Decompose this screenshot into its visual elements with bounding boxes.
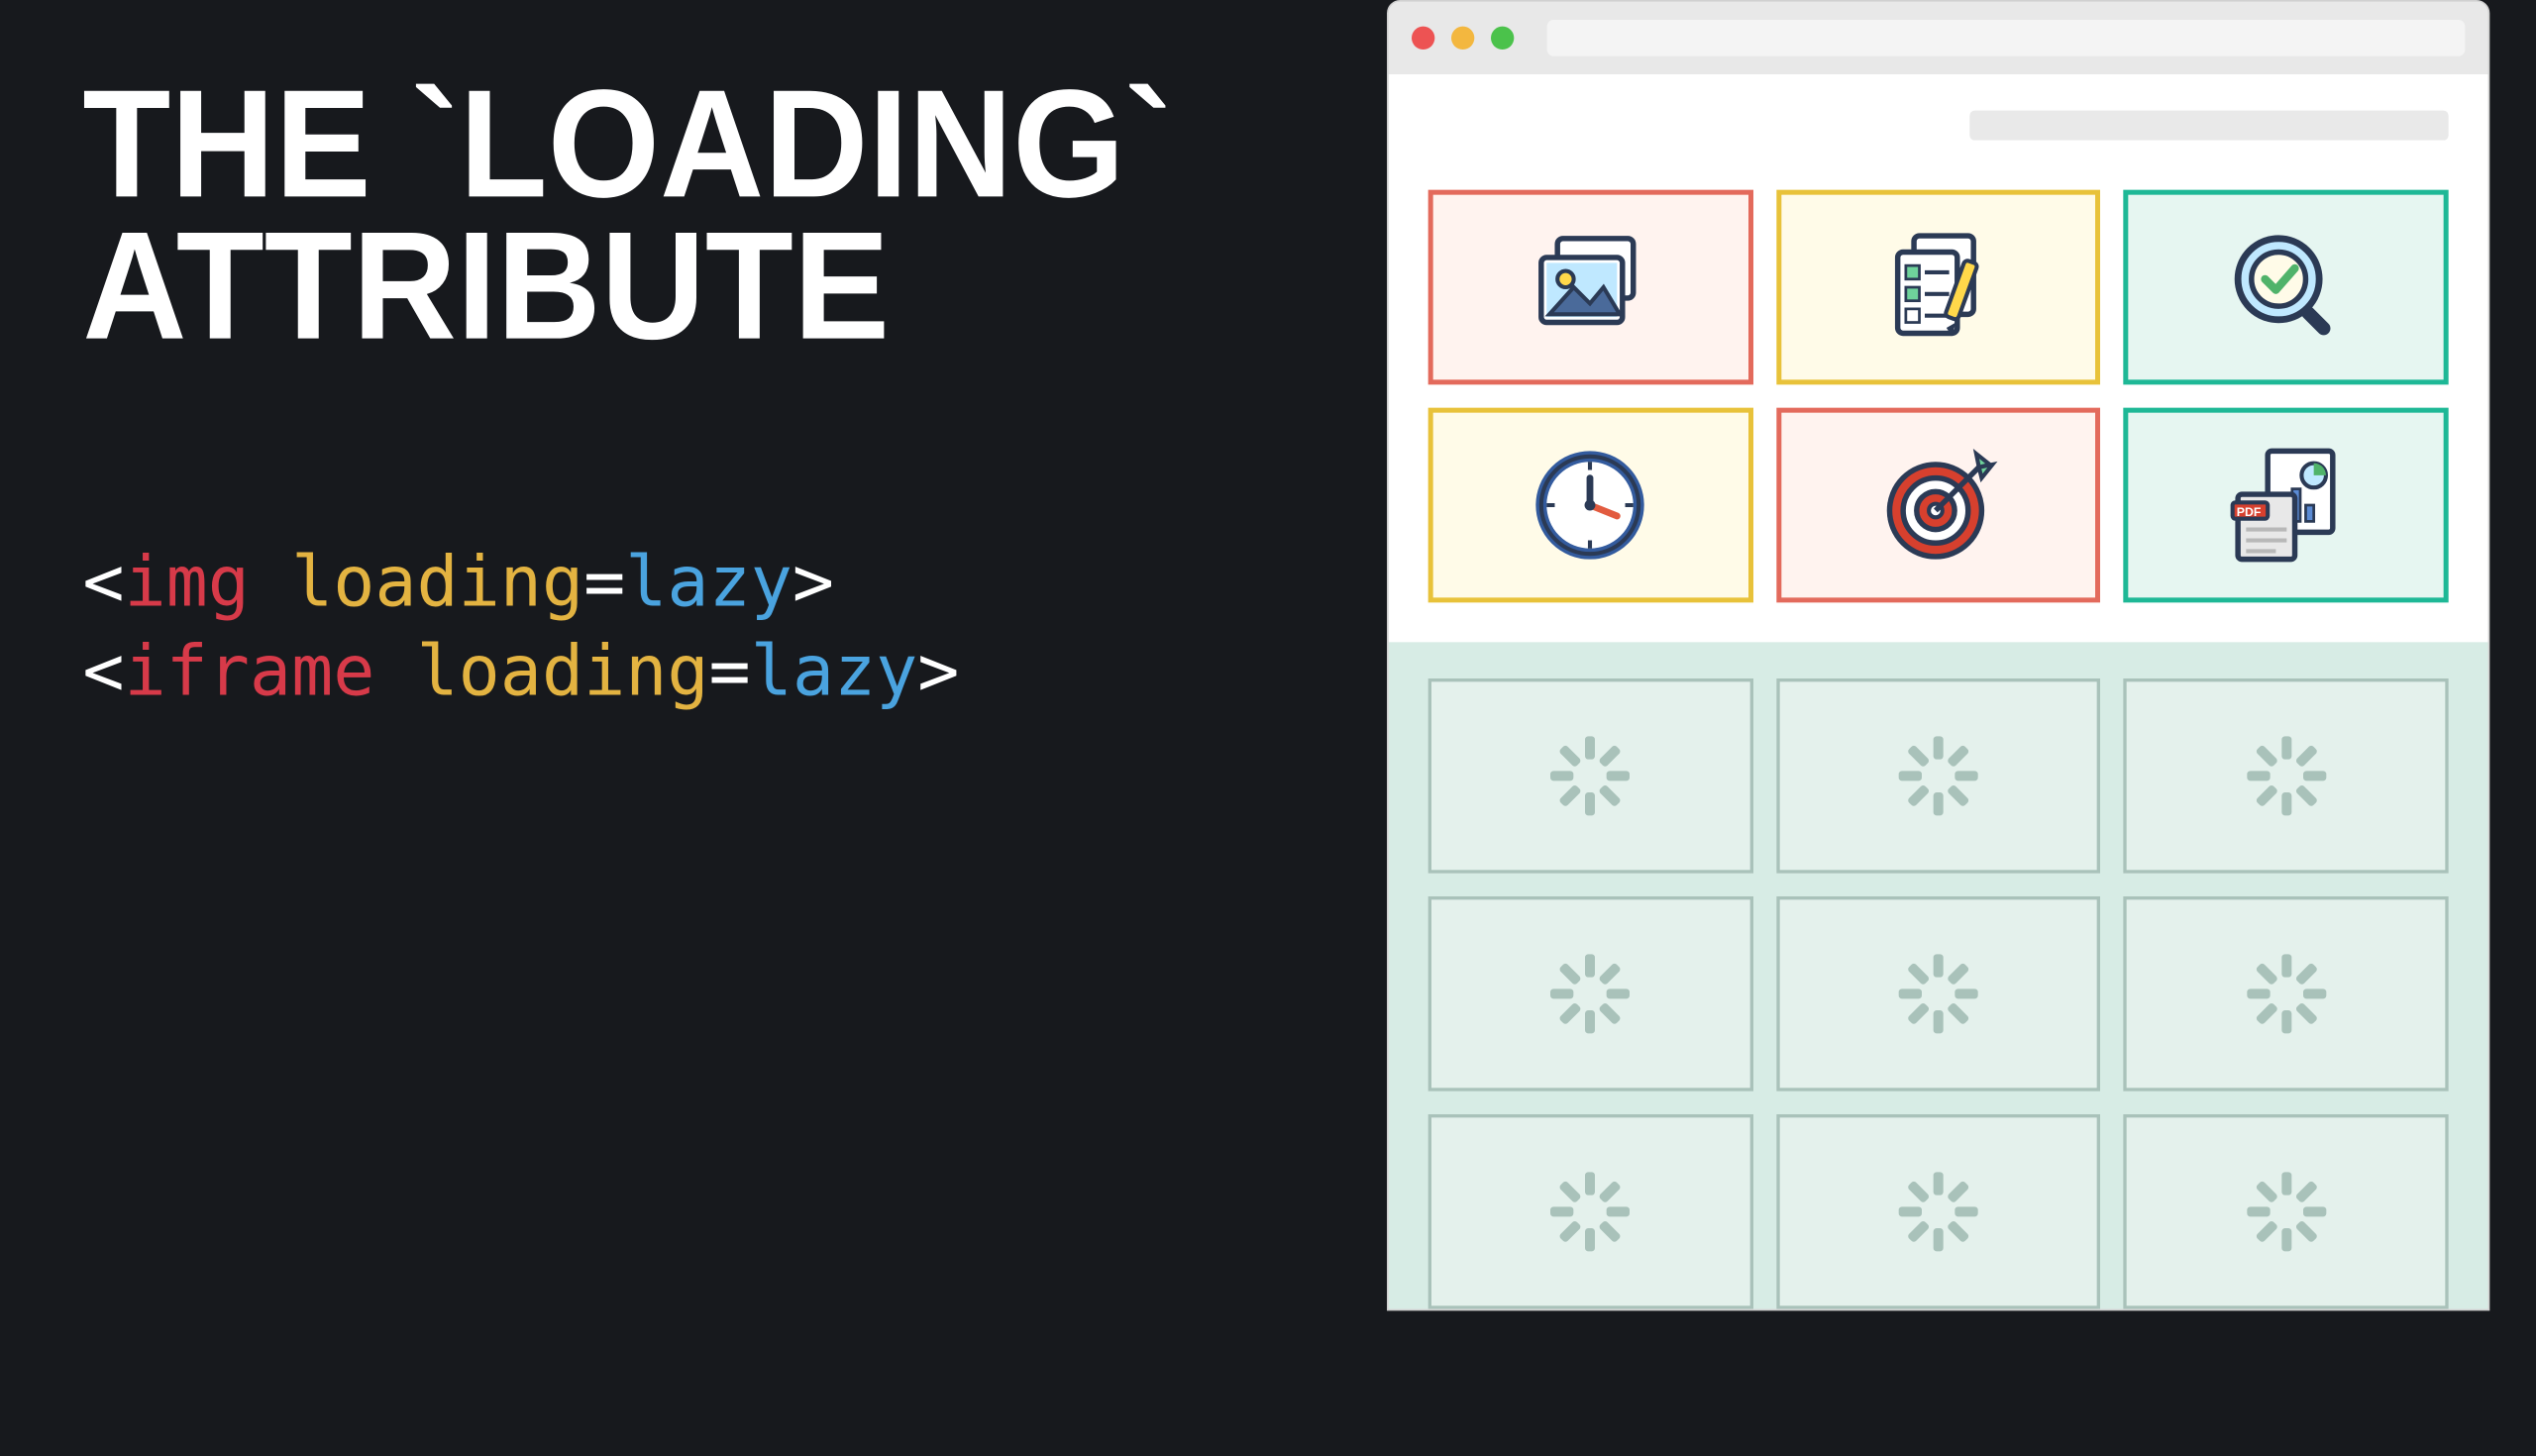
loading-spinner-icon — [1551, 954, 1631, 1033]
search-check-icon — [2218, 220, 2354, 356]
lazy-images-grid — [1428, 678, 2449, 1309]
photos-icon — [1523, 220, 1658, 356]
below-fold-section — [1389, 642, 2488, 1308]
loaded-image-card: PDF — [2124, 408, 2449, 603]
zoom-icon — [1491, 27, 1514, 50]
code-snippet: <img loading=lazy> <iframe loading=lazy> — [82, 538, 1337, 715]
loading-spinner-icon — [1551, 736, 1631, 815]
close-icon — [1412, 27, 1434, 50]
loading-spinner-icon — [2247, 736, 2326, 815]
browser-viewport: PDF — [1389, 74, 2488, 1309]
loaded-image-card — [1428, 190, 1753, 385]
page-header-placeholder — [1969, 111, 2448, 141]
slide-heading: THE `LOADING` ATTRIBUTE — [82, 74, 1262, 357]
pdf-report-icon: PDF — [2218, 438, 2354, 573]
lazy-image-placeholder — [1776, 1114, 2101, 1309]
code-attr-loading: loading — [417, 630, 709, 711]
loading-spinner-icon — [1899, 736, 1978, 815]
code-value-lazy: lazy — [751, 630, 918, 711]
lazy-image-placeholder — [2124, 896, 2449, 1092]
lazy-image-placeholder — [1428, 896, 1753, 1092]
loaded-image-card — [1776, 190, 2101, 385]
loaded-images-grid: PDF — [1428, 190, 2449, 603]
loaded-image-card — [1776, 408, 2101, 603]
minimize-icon — [1451, 27, 1474, 50]
target-icon — [1870, 438, 2006, 573]
lazy-image-placeholder — [2124, 678, 2449, 874]
browser-mockup: PDF — [1387, 0, 2489, 1310]
browser-titlebar — [1389, 2, 2488, 74]
code-attr-loading: loading — [291, 542, 583, 623]
code-tag-img: img — [124, 542, 249, 623]
lazy-image-placeholder — [1776, 896, 2101, 1092]
clock-icon — [1523, 438, 1658, 573]
loading-spinner-icon — [1899, 1172, 1978, 1251]
loading-spinner-icon — [1899, 954, 1978, 1033]
lazy-image-placeholder — [2124, 1114, 2449, 1309]
code-tag-iframe: iframe — [124, 630, 374, 711]
lazy-image-placeholder — [1428, 678, 1753, 874]
loading-spinner-icon — [2247, 1172, 2326, 1251]
loaded-image-card — [1428, 408, 1753, 603]
address-bar — [1547, 20, 2466, 56]
lazy-image-placeholder — [1428, 1114, 1753, 1309]
loading-spinner-icon — [1551, 1172, 1631, 1251]
svg-text:PDF: PDF — [2236, 505, 2261, 519]
loading-spinner-icon — [2247, 954, 2326, 1033]
heading-line-2: ATTRIBUTE — [82, 216, 1262, 358]
lazy-image-placeholder — [1776, 678, 2101, 874]
checklist-icon — [1870, 220, 2006, 356]
heading-line-1: THE `LOADING` — [82, 74, 1262, 216]
code-value-lazy: lazy — [625, 542, 792, 623]
loaded-image-card — [2124, 190, 2449, 385]
